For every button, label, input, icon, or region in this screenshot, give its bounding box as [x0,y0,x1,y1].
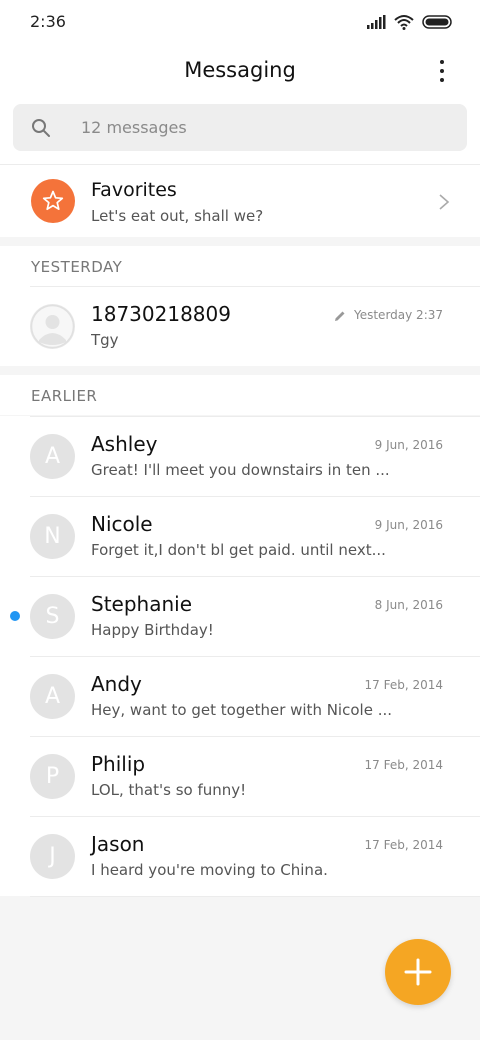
message-preview: Tgy [91,331,119,349]
section-header-earlier: EARLIER [0,375,480,415]
more-options-button[interactable] [432,56,452,86]
more-dot [440,69,444,73]
message-preview: LOL, that's so funny! [91,781,247,799]
favorites-avatar [31,179,75,223]
message-date: 9 Jun, 2016 [374,518,443,532]
search-input[interactable] [81,104,441,151]
favorites-preview: Let's eat out, shall we? [91,207,264,225]
signal-icon [367,15,386,29]
section-header-yesterday: YESTERDAY [0,246,480,286]
favorites-name: Favorites [91,179,177,201]
message-preview: Great! I'll meet you downstairs in ten .… [91,461,390,479]
avatar: P [30,754,75,799]
new-message-button[interactable] [385,939,451,1005]
conversation-row[interactable]: A Ashley Great! I'll meet you downstairs… [0,416,480,496]
plus-icon [404,958,432,986]
section-label: YESTERDAY [31,258,123,276]
message-preview: Happy Birthday! [91,621,214,639]
message-preview: Hey, want to get together with Nicole ..… [91,701,392,719]
person-icon [30,304,75,349]
conversation-row[interactable]: A Andy Hey, want to get together with Ni… [0,656,480,736]
contact-name: Nicole [91,512,153,536]
top-area: 2:36 Messaging [0,0,480,164]
contact-name: Stephanie [91,592,193,616]
pencil-icon [335,311,345,321]
message-date: 9 Jun, 2016 [374,438,443,452]
contact-name: Andy [91,672,142,696]
avatar: A [30,434,75,479]
divider [30,896,480,897]
status-bar: 2:36 [0,0,480,44]
avatar [30,304,75,349]
contact-name: Philip [91,752,146,776]
star-icon [42,190,64,211]
search-icon [32,119,50,137]
unread-indicator [10,611,20,621]
contact-name: Ashley [91,432,158,456]
search-box[interactable] [13,104,467,151]
wifi-icon [394,15,414,30]
status-time: 2:36 [30,12,66,31]
message-date: Yesterday 2:37 [353,308,443,322]
section-label: EARLIER [31,387,98,405]
page-title: Messaging [184,58,296,82]
conversation-row[interactable]: N Nicole Forget it,I don't bl get paid. … [0,496,480,576]
message-preview: I heard you're moving to China. [91,861,328,879]
favorites-row[interactable]: Favorites Let's eat out, shall we? [0,164,480,237]
contact-name: Jason [91,832,145,856]
conversation-row[interactable]: S Stephanie Happy Birthday! 8 Jun, 2016 [0,576,480,656]
conversation-row[interactable]: P Philip LOL, that's so funny! 17 Feb, 2… [0,736,480,816]
message-date: 17 Feb, 2014 [364,838,444,852]
divider [0,237,480,246]
title-bar: Messaging [0,44,480,100]
avatar: N [30,514,75,559]
battery-icon [422,15,452,29]
conversation-row[interactable]: J Jason I heard you're moving to China. … [0,816,480,896]
more-dot [440,78,444,82]
message-date: 8 Jun, 2016 [374,598,443,612]
message-date: 17 Feb, 2014 [364,678,444,692]
more-dot [440,60,444,64]
contact-name: 18730218809 [91,302,231,326]
chevron-right-icon [439,194,450,210]
avatar: S [30,594,75,639]
avatar: A [30,674,75,719]
avatar: J [30,834,75,879]
divider [0,366,480,375]
message-date: 17 Feb, 2014 [364,758,444,772]
status-icons [366,12,452,32]
conversation-row[interactable]: 18730218809 Tgy Yesterday 2:37 [0,286,480,366]
message-preview: Forget it,I don't bl get paid. until nex… [91,541,386,559]
